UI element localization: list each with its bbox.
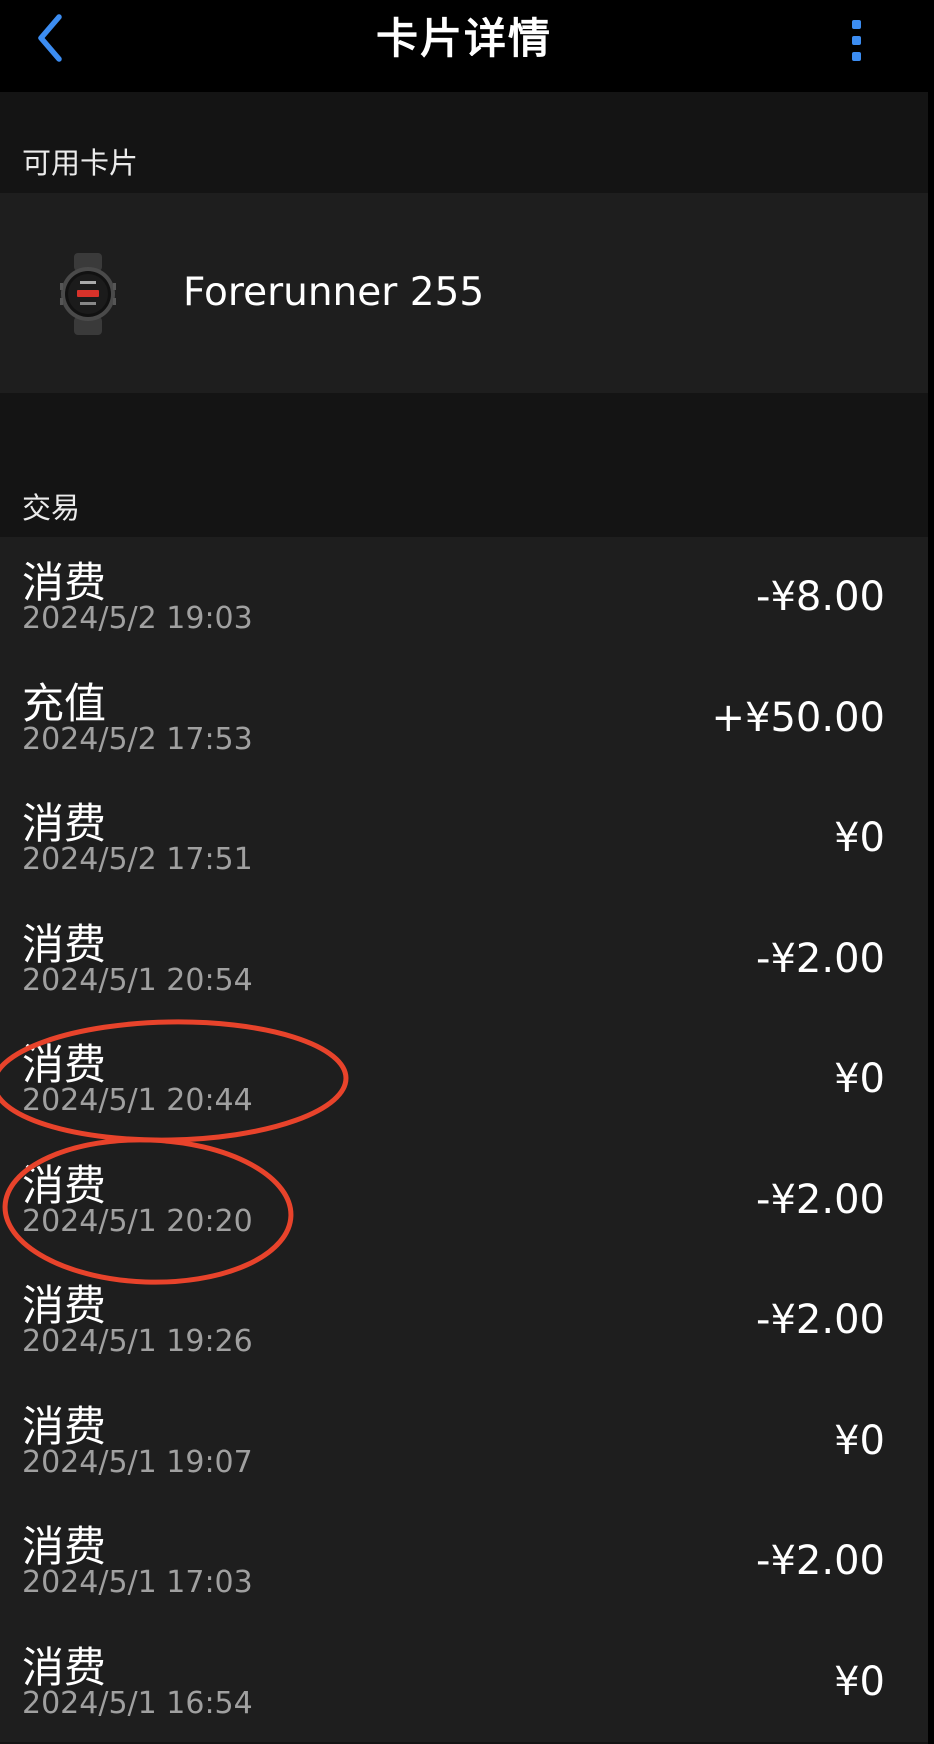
transaction-row[interactable]: 充值 2024/5/2 17:53 +¥50.00: [0, 658, 928, 779]
transactions-heading: 交易: [22, 491, 81, 525]
transaction-time: 2024/5/1 17:03: [22, 1565, 253, 1600]
transaction-time: 2024/5/1 20:20: [22, 1203, 253, 1239]
transaction-row[interactable]: 消费 2024/5/2 17:51 ¥0: [0, 778, 928, 899]
navigation-bar: 卡片详情: [0, 0, 928, 92]
smartwatch-icon: [60, 253, 116, 335]
transaction-amount: ¥0: [834, 1658, 885, 1705]
transaction-time: 2024/5/1 19:07: [22, 1444, 253, 1480]
transaction-time: 2024/5/2 19:03: [22, 601, 253, 636]
page-title: 卡片详情: [375, 14, 552, 63]
transaction-amount: ¥0: [834, 815, 885, 861]
transaction-time: 2024/5/2 17:51: [22, 842, 253, 877]
transaction-amount: -¥8.00: [756, 574, 885, 620]
more-vertical-icon[interactable]: [836, 10, 876, 70]
transaction-amount: -¥2.00: [756, 1297, 885, 1343]
transaction-amount: ¥0: [834, 1056, 885, 1102]
transaction-row[interactable]: 消费 2024/5/1 20:54 -¥2.00: [0, 899, 928, 1020]
transaction-row[interactable]: 消费 2024/5/1 19:26 -¥2.00: [0, 1260, 928, 1381]
available-cards-heading: 可用卡片: [22, 146, 139, 180]
card-name: Forerunner 255: [183, 270, 485, 315]
transaction-row[interactable]: 消费 2024/5/2 19:03 -¥8.00: [0, 537, 928, 658]
transaction-amount: -¥2.00: [756, 1538, 885, 1584]
transaction-time: 2024/5/1 19:26: [22, 1324, 253, 1359]
transaction-row[interactable]: 消费 2024/5/1 20:44 ¥0: [0, 1019, 928, 1140]
page: 卡片详情 可用卡片 Forerunner 255 交易 消费 2024/5/2 …: [0, 0, 934, 1744]
transaction-amount: +¥50.00: [711, 694, 885, 741]
transaction-row[interactable]: 消费 2024/5/1 19:07 ¥0: [0, 1381, 928, 1502]
content-area: 卡片详情 可用卡片 Forerunner 255 交易 消费 2024/5/2 …: [0, 0, 928, 1744]
transaction-time: 2024/5/2 17:53: [22, 721, 253, 757]
transaction-list: 消费 2024/5/2 19:03 -¥8.00 充值 2024/5/2 17:53 +¥…: [0, 537, 928, 1742]
card-item[interactable]: Forerunner 255: [0, 193, 928, 393]
transaction-row[interactable]: 消费 2024/5/1 17:03 -¥2.00: [0, 1501, 928, 1622]
transaction-row[interactable]: 消费 2024/5/1 20:20 -¥2.00: [0, 1140, 928, 1261]
transaction-time: 2024/5/1 20:54: [22, 962, 253, 998]
transaction-row[interactable]: 消费 2024/5/1 16:54 ¥0: [0, 1622, 928, 1743]
transaction-amount: ¥0: [834, 1417, 885, 1464]
transaction-amount: -¥2.00: [756, 935, 885, 982]
transaction-amount: -¥2.00: [756, 1176, 885, 1223]
transaction-time: 2024/5/1 20:44: [22, 1083, 253, 1118]
transaction-time: 2024/5/1 16:54: [22, 1685, 253, 1721]
